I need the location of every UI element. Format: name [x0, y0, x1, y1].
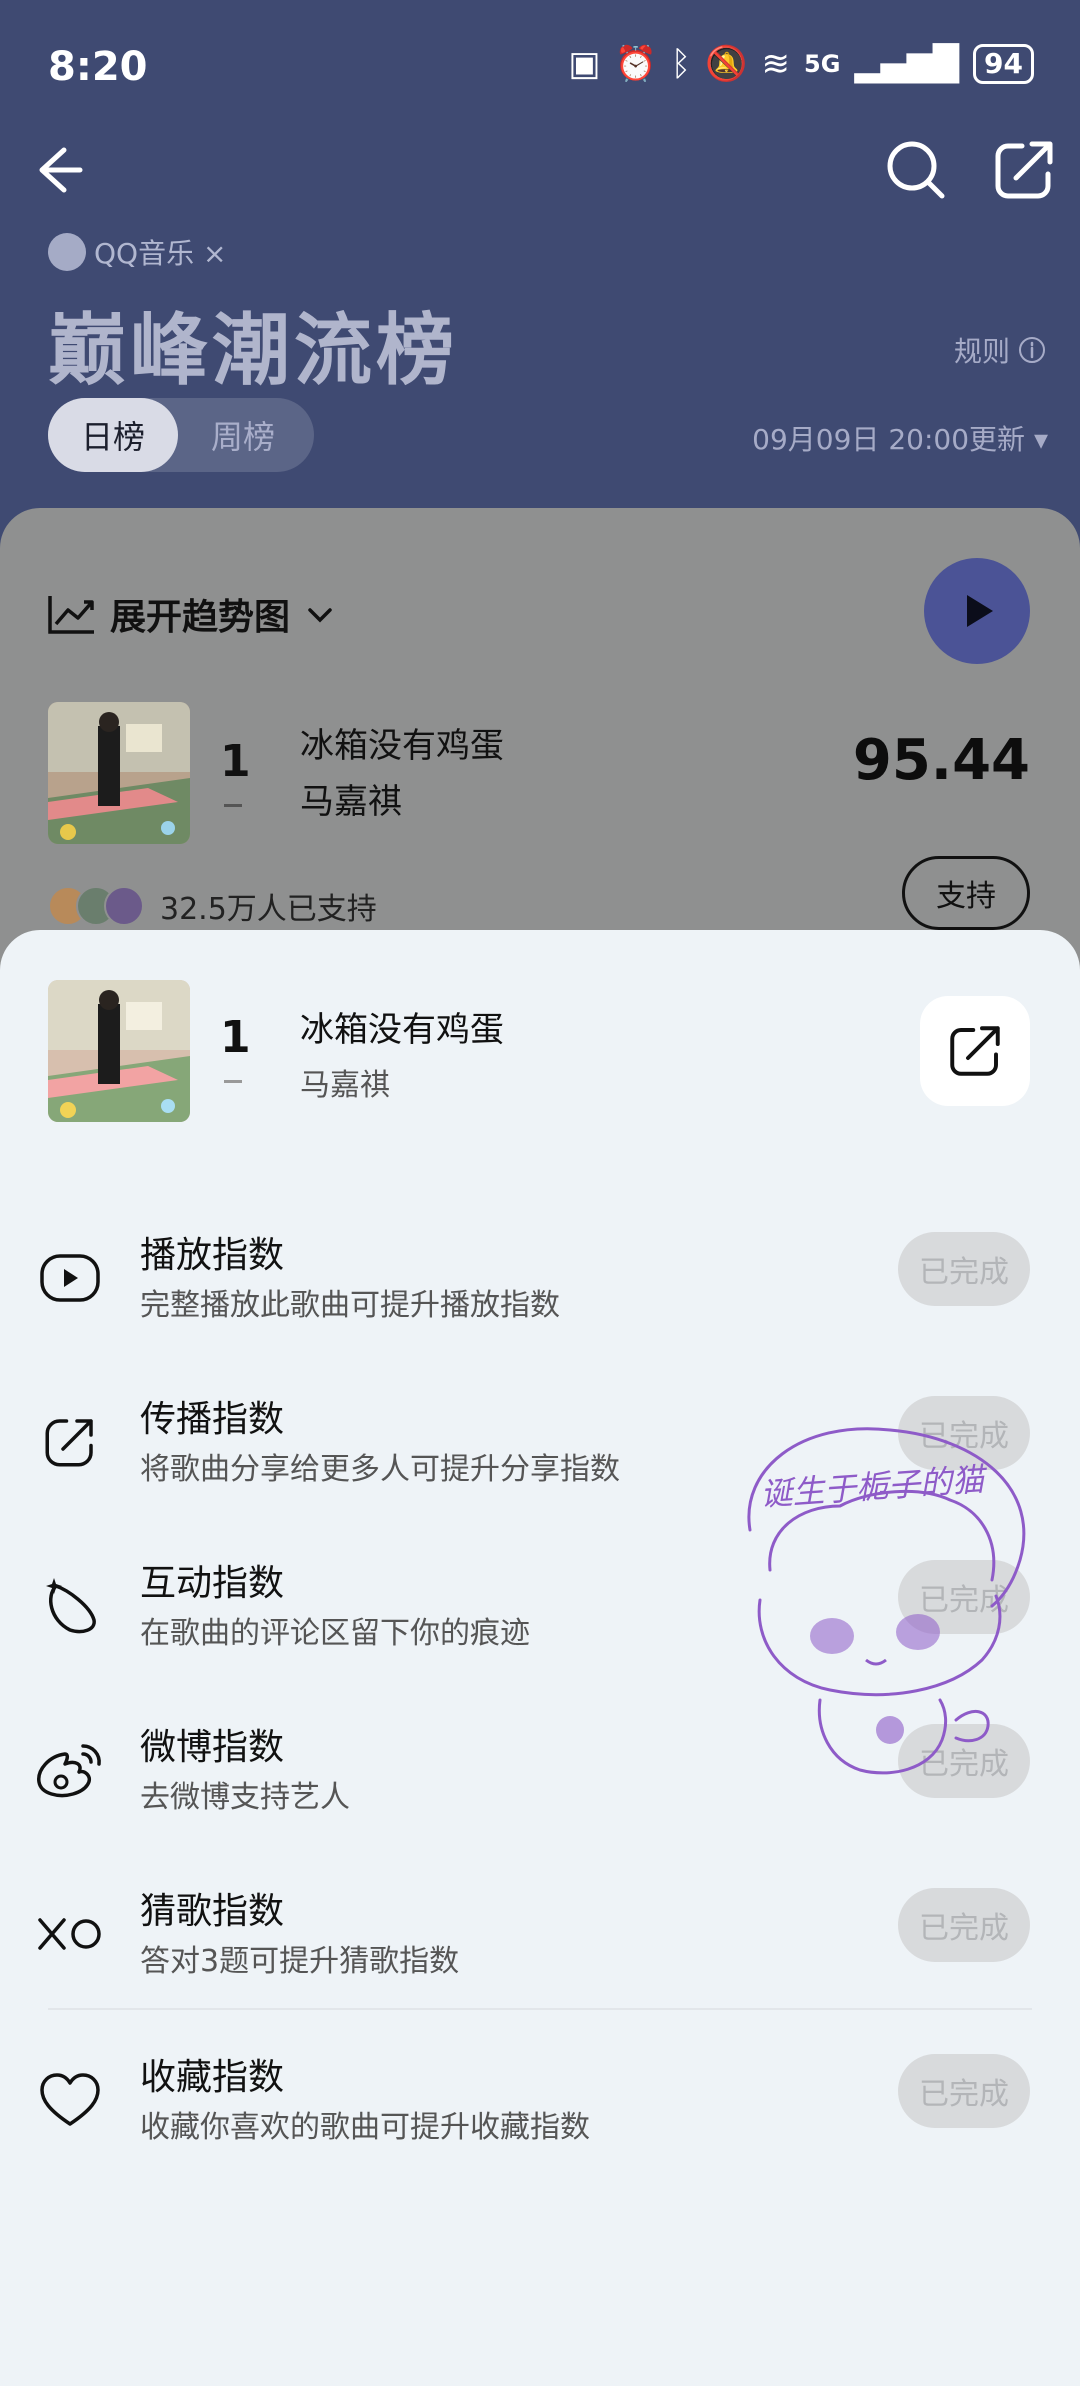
- share-icon: [950, 1026, 1000, 1076]
- share-song-button[interactable]: [920, 996, 1030, 1106]
- task-description: 答对3题可提升猜歌指数: [140, 1944, 460, 1979]
- chevron-down-icon: [308, 608, 332, 623]
- task-name: 互动指数: [140, 1563, 285, 1604]
- supporters-count: 32.5万人已支持: [160, 892, 377, 927]
- task-description: 将歌曲分享给更多人可提升分享指数: [140, 1452, 620, 1487]
- song-title: 冰箱没有鸡蛋: [300, 1010, 504, 1050]
- brand-label: QQ音乐 ×: [48, 232, 226, 272]
- chart-title: 巅峰潮流榜: [48, 306, 459, 396]
- rules-link[interactable]: 规则: [954, 330, 1046, 370]
- rules-label: 规则: [953, 335, 1010, 368]
- trend-label: 展开趋势图: [110, 597, 291, 638]
- play-all-button[interactable]: [924, 558, 1030, 664]
- rank-number: 1: [220, 1012, 251, 1063]
- rank-change-indicator: [224, 1080, 242, 1083]
- task-name: 猜歌指数: [140, 1891, 285, 1932]
- tab-weekly[interactable]: 周榜: [178, 398, 308, 472]
- expand-trend-button[interactable]: 展开趋势图: [48, 588, 336, 640]
- alarm-icon: ⏰: [614, 44, 657, 84]
- signal-icon: ▂▄▆█: [854, 44, 960, 84]
- album-cover[interactable]: [48, 702, 190, 844]
- back-icon[interactable]: [16, 130, 96, 210]
- weibo-icon: [28, 1728, 112, 1812]
- supporters: 32.5万人已支持: [48, 884, 377, 928]
- rank-number: 1: [220, 736, 251, 787]
- divider: [48, 2008, 1032, 2010]
- task-status-button[interactable]: 已完成: [898, 1888, 1030, 1962]
- task-name: 播放指数: [140, 1235, 285, 1276]
- task-description: 在歌曲的评论区留下你的痕迹: [140, 1616, 530, 1651]
- task-interaction-index: 互动指数 在歌曲的评论区留下你的痕迹 已完成: [0, 1540, 1080, 1680]
- nfc-icon: ▣: [568, 44, 601, 84]
- bluetooth-icon: ᛒ: [670, 44, 692, 84]
- share-icon: [28, 1400, 112, 1484]
- task-play-index: 播放指数 完整播放此歌曲可提升播放指数 已完成: [0, 1212, 1080, 1352]
- update-time-label: 09月09日 20:00更新: [752, 423, 1026, 456]
- task-guess-index: 猜歌指数 答对3题可提升猜歌指数 已完成: [0, 1868, 1080, 2008]
- avatar: [104, 886, 144, 926]
- trend-chart-icon: [48, 596, 94, 634]
- chart-score: 95.44: [852, 728, 1030, 793]
- task-weibo-index: 微博指数 去微博支持艺人 已完成: [0, 1704, 1080, 1844]
- heart-icon: [28, 2058, 112, 2142]
- task-description: 完整播放此歌曲可提升播放指数: [140, 1288, 560, 1323]
- task-status-button[interactable]: 已完成: [898, 1724, 1030, 1798]
- chart-header: 8:20 ▣ ⏰ ᛒ 🔕 ≋ 5G ▂▄▆█ 94 QQ音乐 × 巅峰潮流榜 规…: [0, 0, 1080, 560]
- caret-down-icon: ▾: [1033, 423, 1048, 456]
- info-icon: [1019, 337, 1045, 363]
- period-tabs: 日榜 周榜: [48, 398, 314, 472]
- rank-change-indicator: [224, 804, 242, 807]
- top-nav: [0, 130, 1080, 210]
- battery-indicator: 94: [973, 44, 1034, 84]
- supporter-avatars: [48, 886, 144, 926]
- task-description: 去微博支持艺人: [140, 1780, 350, 1815]
- sparkle-comment-icon: [28, 1564, 112, 1648]
- task-status-button[interactable]: 已完成: [898, 1560, 1030, 1634]
- network-label: 5G: [804, 50, 841, 78]
- support-button[interactable]: 支持: [902, 856, 1030, 930]
- update-time-dropdown[interactable]: 09月09日 20:00更新 ▾: [752, 418, 1048, 458]
- boost-tasks-sheet: 1 冰箱没有鸡蛋 马嘉祺 播放指数 完整播放此歌曲可提升播放指数 已完成 传播指…: [0, 930, 1080, 2386]
- qq-music-logo-icon: [48, 233, 86, 271]
- task-description: 收藏你喜欢的歌曲可提升收藏指数: [140, 2110, 590, 2145]
- task-name: 微博指数: [140, 1727, 285, 1768]
- task-status-button[interactable]: 已完成: [898, 1232, 1030, 1306]
- tab-daily[interactable]: 日榜: [48, 398, 178, 472]
- play-icon: [967, 595, 993, 627]
- mute-icon: 🔕: [705, 44, 748, 84]
- status-bar: 8:20 ▣ ⏰ ᛒ 🔕 ≋ 5G ▂▄▆█ 94: [0, 0, 1080, 140]
- status-time: 8:20: [48, 44, 148, 90]
- search-icon[interactable]: [876, 130, 956, 210]
- status-icons: ▣ ⏰ ᛒ 🔕 ≋ 5G ▂▄▆█ 94: [568, 44, 1034, 84]
- task-status-button[interactable]: 已完成: [898, 2054, 1030, 2128]
- task-favorite-index: 收藏指数 收藏你喜欢的歌曲可提升收藏指数 已完成: [0, 2034, 1080, 2174]
- album-cover: [48, 980, 190, 1122]
- brand-text: QQ音乐 ×: [94, 237, 227, 270]
- share-icon[interactable]: [984, 130, 1064, 210]
- play-circle-icon: [28, 1236, 112, 1320]
- task-name: 传播指数: [140, 1399, 285, 1440]
- wifi-icon: ≋: [761, 44, 791, 84]
- task-name: 收藏指数: [140, 2057, 285, 2098]
- xo-icon: [28, 1892, 112, 1976]
- song-title[interactable]: 冰箱没有鸡蛋: [300, 718, 504, 767]
- artist-name: 马嘉祺: [300, 1068, 390, 1103]
- artist-name[interactable]: 马嘉祺: [300, 774, 402, 823]
